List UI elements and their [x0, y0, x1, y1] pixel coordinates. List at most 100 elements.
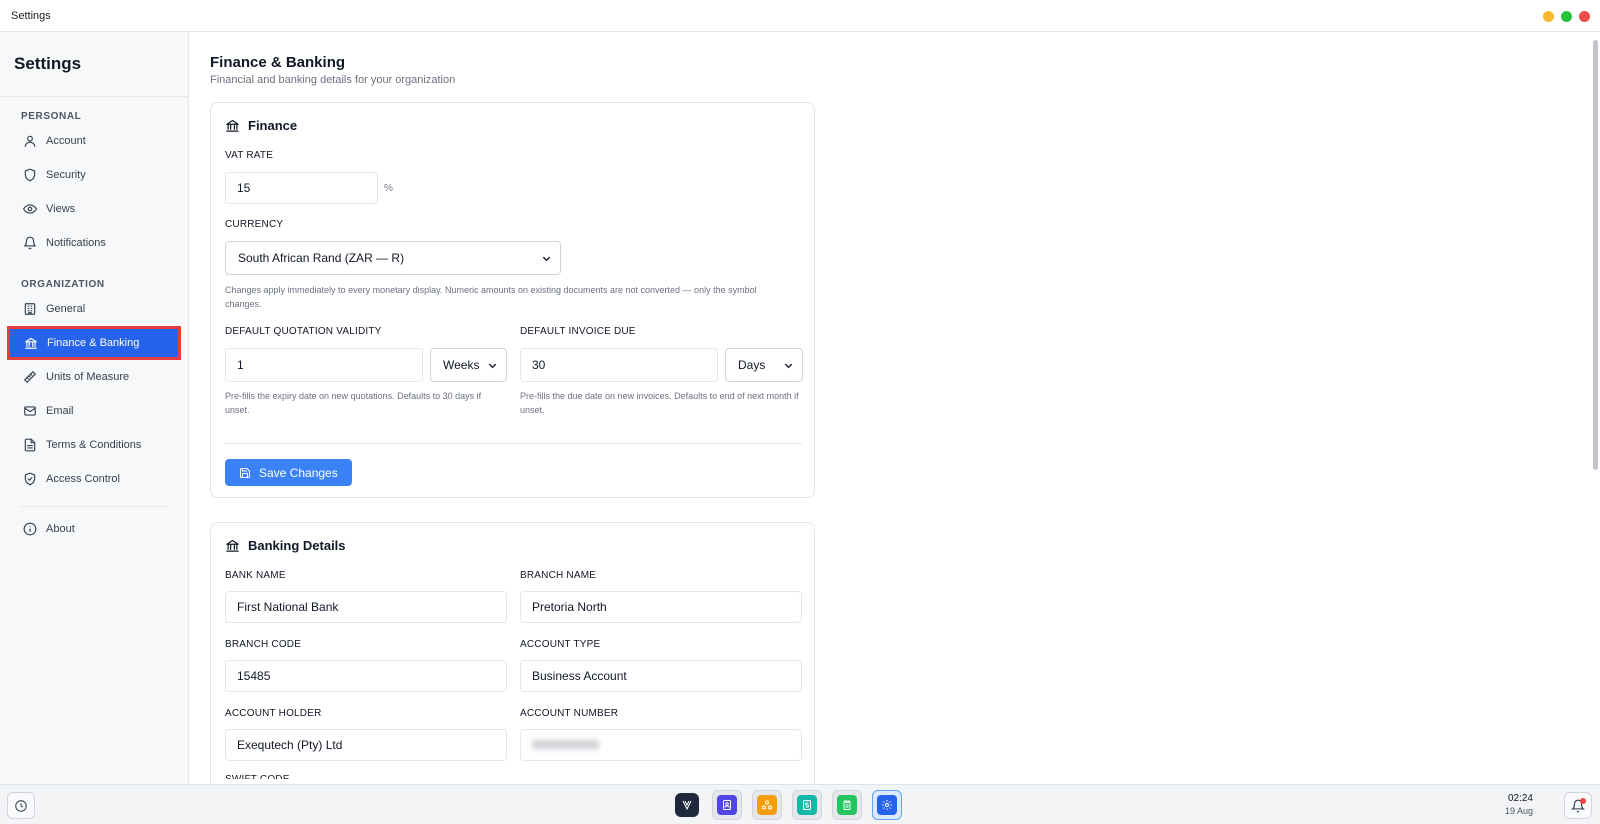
ruler-icon [22, 369, 38, 385]
eye-icon [22, 201, 38, 217]
dock-app-tasks[interactable] [832, 790, 862, 820]
close-button[interactable] [1579, 11, 1590, 22]
account-holder-input[interactable]: Exequtech (Pty) Ltd [225, 729, 507, 761]
sidebar-title: Settings [14, 54, 82, 73]
logo-icon [675, 793, 699, 817]
bell-icon [22, 235, 38, 251]
finance-card-divider [225, 443, 802, 444]
finance-card-header: Finance [225, 118, 297, 133]
window-controls [1543, 11, 1590, 22]
vat-rate-unit: % [384, 183, 393, 194]
sidebar-item-security[interactable]: Security [10, 161, 178, 189]
mail-icon [22, 403, 38, 419]
window-title: Settings [11, 9, 51, 22]
account-type-input[interactable]: Business Account [520, 660, 802, 692]
taskbar-time: 02:24 [1507, 793, 1533, 804]
sidebar-item-label: Units of Measure [46, 371, 130, 383]
sidebar-item-finance-banking[interactable]: Finance & Banking [7, 326, 181, 360]
sidebar-item-label: Security [46, 169, 86, 181]
app-dock [672, 790, 902, 820]
shield-check-icon [22, 471, 38, 487]
sidebar-item-label: Email [46, 405, 74, 417]
dock-app-settings[interactable] [872, 790, 902, 820]
sidebar-item-label: Finance & Banking [47, 337, 140, 349]
chevron-down-icon [488, 363, 497, 368]
finance-card: Finance VAT RATE 15 % CURRENCY South Afr… [210, 102, 815, 498]
sidebar-item-units-of-measure[interactable]: Units of Measure [10, 363, 178, 391]
document-icon [22, 437, 38, 453]
vat-rate-input[interactable]: 15 [225, 172, 378, 204]
minimize-button[interactable] [1543, 11, 1554, 22]
window-titlebar: Settings [0, 0, 1600, 32]
sidebar-item-label: Account [46, 135, 86, 147]
taskbar-date: 19 Aug [1504, 806, 1533, 816]
notifications-button[interactable] [1564, 792, 1592, 819]
dock-app-logo[interactable] [672, 790, 702, 820]
sidebar-item-views[interactable]: Views [10, 195, 178, 223]
account-number-label: ACCOUNT NUMBER [520, 708, 619, 719]
chevron-down-icon [542, 256, 551, 261]
sidebar-item-account[interactable]: Account [10, 127, 178, 155]
dock-app-contacts[interactable] [712, 790, 742, 820]
quotation-validity-unit-select[interactable]: Weeks [430, 348, 507, 382]
sidebar-item-access-control[interactable]: Access Control [10, 465, 178, 493]
sidebar-item-email[interactable]: Email [10, 397, 178, 425]
taskbar-clock[interactable]: 02:24 19 Aug [1505, 793, 1533, 817]
sidebar-divider [0, 96, 188, 97]
sidebar-item-about[interactable]: About [10, 515, 178, 543]
currency-selected-value: South African Rand (ZAR — R) [238, 251, 405, 265]
bank-name-label: BANK NAME [225, 570, 286, 581]
sidebar-item-label: Views [46, 203, 76, 215]
invoice-due-unit-select[interactable]: Days [725, 348, 803, 382]
section-label-organization: ORGANIZATION [21, 279, 105, 290]
sidebar-item-terms-conditions[interactable]: Terms & Conditions [10, 431, 178, 459]
save-changes-label: Save Changes [259, 465, 338, 480]
dock-app-hub[interactable] [752, 790, 782, 820]
sidebar-separator [21, 506, 168, 507]
section-label-personal: PERSONAL [21, 111, 82, 122]
hub-icon [757, 795, 777, 815]
sidebar-item-general[interactable]: General [10, 295, 178, 323]
scrollbar-thumb[interactable] [1593, 40, 1598, 470]
branch-code-input[interactable]: 15485 [225, 660, 507, 692]
banking-card-header: Banking Details [225, 538, 346, 553]
swift-code-label: SWIFT CODE [225, 774, 290, 784]
history-button[interactable] [7, 792, 35, 819]
maximize-button[interactable] [1561, 11, 1572, 22]
quotation-validity-help-text: Pre-fills the expiry date on new quotati… [225, 391, 482, 415]
building-icon [22, 301, 38, 317]
gear-icon [877, 795, 897, 815]
account-number-input[interactable]: 0000000000 [520, 729, 802, 761]
save-changes-button[interactable]: Save Changes [225, 459, 352, 486]
account-type-label: ACCOUNT TYPE [520, 639, 601, 650]
currency-select[interactable]: South African Rand (ZAR — R) [225, 241, 561, 275]
invoice-due-input[interactable]: 30 [520, 348, 718, 382]
user-icon [22, 133, 38, 149]
sidebar-item-label: Terms & Conditions [46, 439, 142, 451]
clock-icon [15, 799, 27, 812]
quotation-validity-label: DEFAULT QUOTATION VALIDITY [225, 326, 382, 337]
invoice-due-unit-value: Days [738, 358, 766, 372]
currency-help-text: Changes apply immediately to every monet… [225, 285, 757, 309]
account-holder-label: ACCOUNT HOLDER [225, 708, 322, 719]
quotation-validity-input[interactable]: 1 [225, 348, 423, 382]
bank-icon [226, 119, 239, 132]
chevron-down-icon [784, 363, 793, 368]
dock-app-sales[interactable] [792, 790, 822, 820]
settings-content[interactable]: Finance & Banking Financial and banking … [189, 32, 1600, 784]
finance-card-title: Finance [248, 118, 298, 133]
sidebar-item-label: General [46, 303, 86, 315]
page-subtitle: Financial and banking details for your o… [210, 74, 456, 86]
sidebar-item-notifications[interactable]: Notifications [10, 229, 178, 257]
account-number-value: 0000000000 [532, 738, 599, 752]
bank-name-input[interactable]: First National Bank [225, 591, 507, 623]
sidebar-item-label: Notifications [46, 237, 106, 249]
bank-icon [23, 335, 39, 351]
branch-name-input[interactable]: Pretoria North [520, 591, 802, 623]
banking-card-title: Banking Details [248, 538, 346, 553]
notification-badge [1580, 798, 1586, 804]
save-icon [240, 467, 250, 478]
contacts-icon [717, 795, 737, 815]
vat-rate-label: VAT RATE [225, 150, 274, 161]
currency-label: CURRENCY [225, 219, 284, 230]
